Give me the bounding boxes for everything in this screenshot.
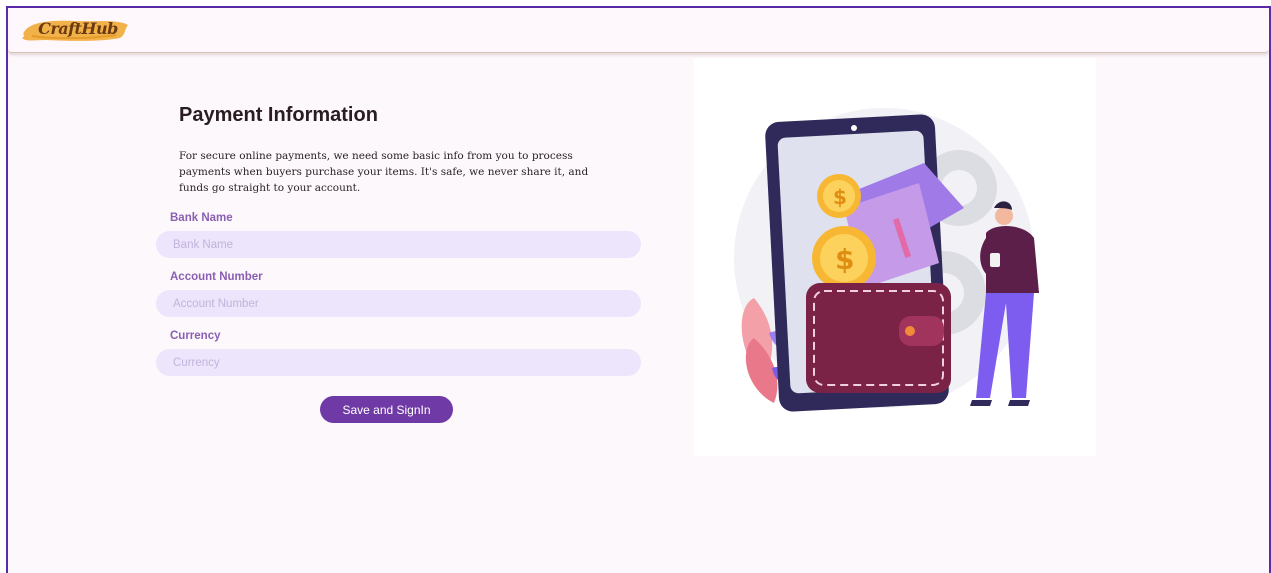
payment-description: For secure online payments, we need some…: [179, 150, 589, 194]
currency-input[interactable]: [156, 349, 641, 376]
page-title: Payment Information: [179, 104, 378, 126]
account-number-input[interactable]: [156, 290, 641, 317]
app-frame: CraftHub Payment Information For secure …: [6, 6, 1271, 573]
coin-dollar-sign-1: $: [833, 185, 847, 209]
logo-text: CraftHub: [38, 19, 118, 38]
bank-name-label: Bank Name: [170, 212, 233, 224]
account-number-label: Account Number: [170, 271, 263, 283]
top-header: CraftHub: [8, 8, 1269, 53]
save-and-signin-button[interactable]: Save and SignIn: [320, 396, 453, 423]
coin-dollar-sign-2: $: [835, 243, 854, 276]
payment-wallet-illustration-icon: $ $: [734, 108, 1039, 412]
crafthub-logo[interactable]: CraftHub: [20, 16, 130, 44]
payment-illustration: $ $: [694, 58, 1096, 456]
currency-label: Currency: [170, 330, 221, 342]
bank-name-input[interactable]: [156, 231, 641, 258]
